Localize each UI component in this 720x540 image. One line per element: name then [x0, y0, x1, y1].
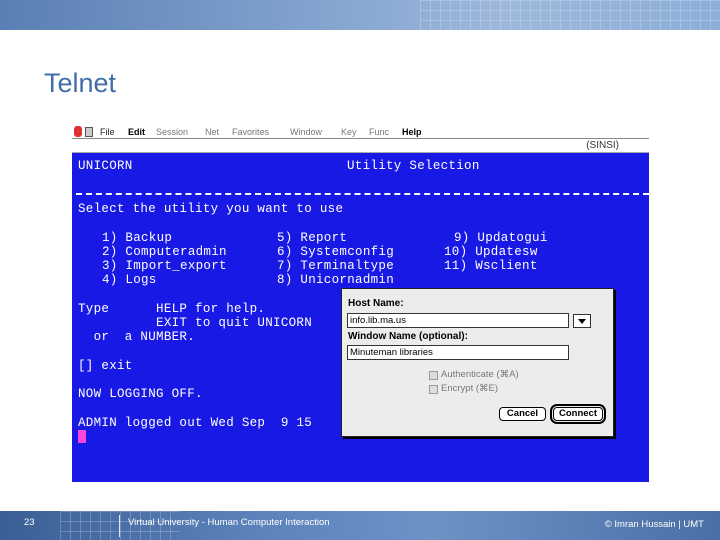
encrypt-label: Encrypt (⌘E)	[441, 383, 499, 394]
menu-net[interactable]: Net	[205, 126, 219, 138]
menu-help[interactable]: Help	[402, 126, 422, 138]
terminal-input-line: [] exit	[78, 359, 133, 373]
menu-favorites[interactable]: Favorites	[232, 126, 269, 138]
option-logs: 4) Logs	[102, 273, 157, 287]
terminal-divider	[76, 193, 649, 195]
authenticate-label: Authenticate (⌘A)	[441, 369, 519, 380]
cancel-button[interactable]: Cancel	[499, 407, 546, 421]
menu-session[interactable]: Session	[156, 126, 188, 138]
apple-menu-icon[interactable]	[74, 126, 82, 137]
slide-title: Telnet	[44, 68, 117, 98]
slide-header-band	[0, 0, 720, 30]
header-grid-pattern	[420, 0, 720, 30]
terminal-screen-title: Utility Selection	[347, 159, 480, 173]
app-icon[interactable]	[85, 127, 93, 137]
page-number: 23	[24, 517, 35, 528]
menu-func[interactable]: Func	[369, 126, 389, 138]
terminal-rule-line	[78, 179, 86, 193]
encrypt-checkbox[interactable]	[429, 385, 438, 394]
footer-course-title: Virtual University - Human Computer Inte…	[128, 517, 330, 528]
session-title-bar: (SINSI)	[72, 139, 649, 153]
option-unicornadmin: 8) Unicornadmin	[277, 273, 395, 287]
host-name-label: Host Name:	[348, 298, 404, 309]
host-name-input[interactable]: info.lib.ma.us	[347, 313, 569, 328]
menu-file[interactable]: File	[100, 126, 115, 138]
option-import-export: 3) Import_export	[102, 259, 227, 273]
window-name-input[interactable]: Minuteman libraries	[347, 345, 569, 360]
connect-dialog: Host Name: info.lib.ma.us Window Name (o…	[341, 288, 614, 437]
connect-button[interactable]: Connect	[550, 404, 606, 424]
menu-key[interactable]: Key	[341, 126, 357, 138]
option-computeradmin: 2) Computeradmin	[102, 245, 227, 259]
terminal-help-line-1: Type HELP for help.	[78, 302, 266, 316]
footer-divider	[119, 515, 120, 537]
terminal-logout-message: ADMIN logged out Wed Sep 9 15	[78, 416, 313, 430]
triangle-down-icon	[578, 319, 586, 324]
menu-bar: File Edit Session Net Favorites Window K…	[72, 126, 649, 139]
option-updatesw: 10) Updatesw	[444, 245, 538, 259]
option-backup: 1) Backup	[102, 231, 173, 245]
option-updatogui: 9) Updatogui	[454, 231, 548, 245]
terminal-help-line-2: EXIT to quit UNICORN	[78, 316, 313, 330]
slide-footer: 23 Virtual University - Human Computer I…	[0, 511, 720, 540]
footer-copyright: © Imran Hussain | UMT	[604, 519, 704, 530]
option-terminaltype: 7) Terminaltype	[277, 259, 395, 273]
session-label: (SINSI)	[586, 140, 619, 151]
terminal-help-line-3: or a NUMBER.	[78, 330, 196, 344]
terminal-app-name: UNICORN	[78, 159, 133, 173]
option-systemconfig: 6) Systemconfig	[277, 245, 395, 259]
window-name-label: Window Name (optional):	[348, 331, 468, 342]
terminal-logging-off: NOW LOGGING OFF.	[78, 387, 203, 401]
host-history-dropdown[interactable]	[573, 314, 591, 328]
menu-edit[interactable]: Edit	[128, 126, 145, 138]
authenticate-checkbox[interactable]	[429, 371, 438, 380]
terminal-cursor[interactable]	[78, 430, 86, 443]
terminal-prompt: Select the utility you want to use	[78, 202, 344, 216]
menu-window[interactable]: Window	[290, 126, 322, 138]
option-wsclient: 11) Wsclient	[444, 259, 538, 273]
option-report: 5) Report	[277, 231, 348, 245]
